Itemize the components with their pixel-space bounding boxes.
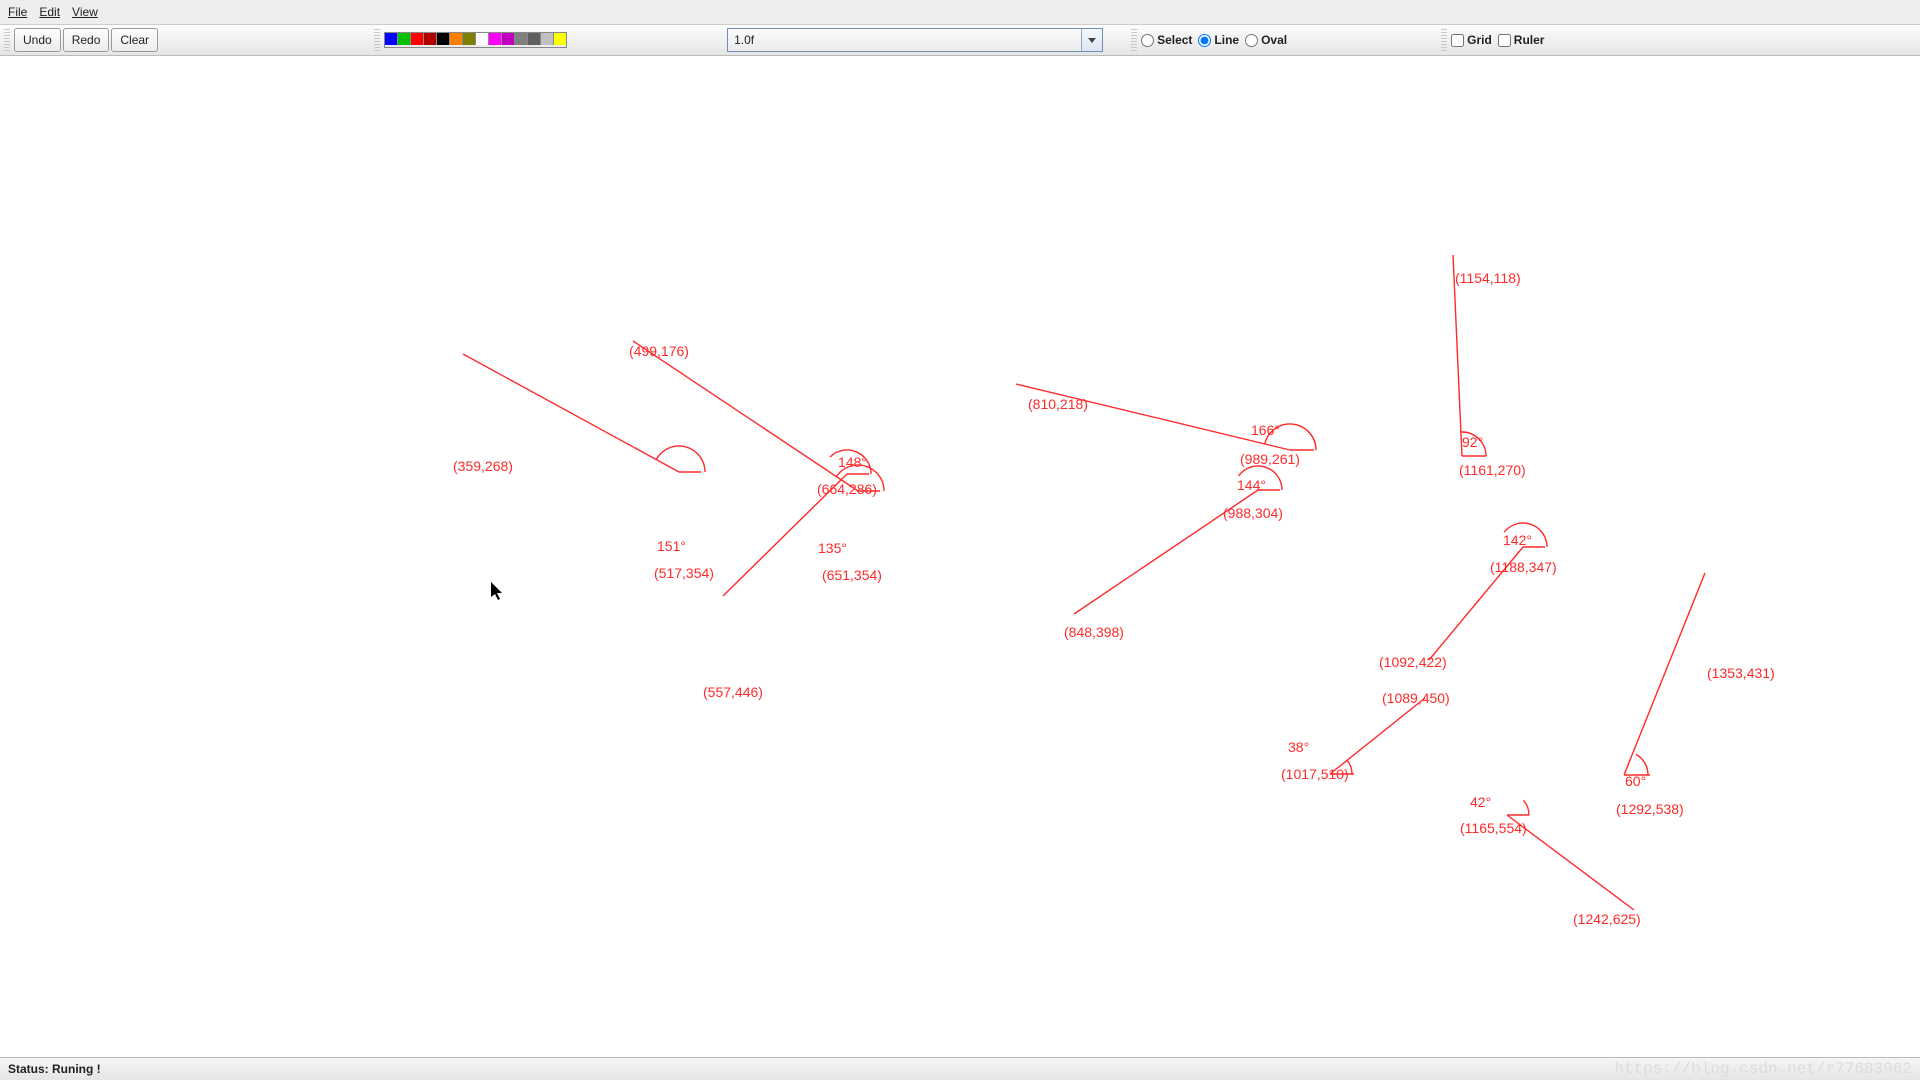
menu-edit[interactable]: Edit xyxy=(39,5,60,19)
ruler-checkbox[interactable]: Ruler xyxy=(1498,33,1545,47)
canvas-label: 148° xyxy=(838,454,867,470)
canvas-label: 42° xyxy=(1470,794,1491,810)
canvas-label: 38° xyxy=(1288,739,1309,755)
canvas-label: (557,446) xyxy=(703,684,763,700)
stroke-width-value: 1.0f xyxy=(734,33,754,47)
ruler-input[interactable] xyxy=(1498,34,1511,47)
canvas-label: (499,176) xyxy=(629,343,689,359)
color-swatch[interactable] xyxy=(489,33,502,45)
grid-input[interactable] xyxy=(1451,34,1464,47)
grid-checkbox[interactable]: Grid xyxy=(1451,33,1492,47)
tool-select-input[interactable] xyxy=(1141,34,1154,47)
toolbar-grip[interactable] xyxy=(374,29,380,51)
canvas-label: (810,218) xyxy=(1028,396,1088,412)
canvas-label: 60° xyxy=(1625,773,1646,789)
toolbar-grip[interactable] xyxy=(1441,29,1447,51)
tool-oval-label: Oval xyxy=(1261,33,1287,47)
watermark: https://blog.csdn.net/r77683962 xyxy=(1614,1060,1912,1078)
color-swatch[interactable] xyxy=(463,33,476,45)
color-swatch[interactable] xyxy=(411,33,424,45)
canvas-label: (1017,510) xyxy=(1281,766,1349,782)
clear-button[interactable]: Clear xyxy=(111,28,158,52)
canvas-label: (517,354) xyxy=(654,565,714,581)
color-swatch[interactable] xyxy=(554,33,566,45)
color-swatch[interactable] xyxy=(385,33,398,45)
canvas-label: (651,354) xyxy=(822,567,882,583)
menu-bar: File Edit View xyxy=(0,0,1920,25)
color-swatch[interactable] xyxy=(502,33,515,45)
canvas-label: (1165,554) xyxy=(1460,820,1527,836)
color-swatch[interactable] xyxy=(515,33,528,45)
color-swatch[interactable] xyxy=(528,33,541,45)
menu-file[interactable]: File xyxy=(8,5,27,19)
tool-oval-input[interactable] xyxy=(1245,34,1258,47)
tool-select-radio[interactable]: Select xyxy=(1141,33,1192,47)
canvas-label: 92° xyxy=(1462,434,1483,450)
color-swatch[interactable] xyxy=(476,33,489,45)
color-swatch[interactable] xyxy=(437,33,450,45)
tool-line-input[interactable] xyxy=(1198,34,1211,47)
canvas-label: (989,261) xyxy=(1240,451,1300,467)
color-swatch[interactable] xyxy=(450,33,463,45)
canvas-label: 142° xyxy=(1503,532,1532,548)
canvas-label: (1188,347) xyxy=(1490,559,1557,575)
tool-select-label: Select xyxy=(1157,33,1192,47)
stroke-width-combo[interactable]: 1.0f xyxy=(727,28,1103,52)
canvas-label: (1161,270) xyxy=(1459,462,1526,478)
redo-button[interactable]: Redo xyxy=(63,28,110,52)
color-swatch[interactable] xyxy=(541,33,554,45)
canvas-label: 166° xyxy=(1251,422,1280,438)
canvas-label: 135° xyxy=(818,540,847,556)
tool-radio-group: Select Line Oval xyxy=(1141,33,1287,47)
tool-oval-radio[interactable]: Oval xyxy=(1245,33,1287,47)
canvas-label: (1154,118) xyxy=(1455,270,1521,286)
canvas-label: 144° xyxy=(1237,477,1266,493)
drawing-canvas[interactable]: 151° (517,354) (359,268) 148° (664,286) (499,… xyxy=(0,56,1920,1058)
canvas-label: (1292,538) xyxy=(1616,801,1684,817)
color-palette xyxy=(384,32,567,48)
chevron-down-icon[interactable] xyxy=(1081,29,1102,51)
canvas-label: (359,268) xyxy=(453,458,513,474)
canvas-label: (1089,450) xyxy=(1382,690,1450,706)
toolbar-grip[interactable] xyxy=(4,29,10,51)
canvas-label: (988,304) xyxy=(1223,505,1283,521)
status-bar: Status: Runing ! https://blog.csdn.net/r… xyxy=(0,1057,1920,1080)
menu-view[interactable]: View xyxy=(72,5,98,19)
canvas-label: (664,286) xyxy=(817,481,877,497)
view-check-group: Grid Ruler xyxy=(1451,33,1544,47)
canvas-label: 151° xyxy=(657,538,686,554)
grid-label: Grid xyxy=(1467,33,1492,47)
color-swatch[interactable] xyxy=(398,33,411,45)
canvas-label: (1353,431) xyxy=(1707,665,1775,681)
toolbar: Undo Redo Clear 1.0f Select Line Oval Gr… xyxy=(0,25,1920,56)
color-swatch[interactable] xyxy=(424,33,437,45)
canvas-label: (1242,625) xyxy=(1573,911,1641,927)
canvas-label: (848,398) xyxy=(1064,624,1124,640)
canvas-label: (1092,422) xyxy=(1379,654,1447,670)
canvas-svg xyxy=(0,0,1920,1080)
toolbar-grip[interactable] xyxy=(1131,29,1137,51)
cursor-icon xyxy=(491,582,1920,1080)
ruler-label: Ruler xyxy=(1514,33,1545,47)
status-text: Status: Runing ! xyxy=(8,1062,101,1076)
tool-line-radio[interactable]: Line xyxy=(1198,33,1239,47)
undo-button[interactable]: Undo xyxy=(14,28,61,52)
tool-line-label: Line xyxy=(1214,33,1239,47)
